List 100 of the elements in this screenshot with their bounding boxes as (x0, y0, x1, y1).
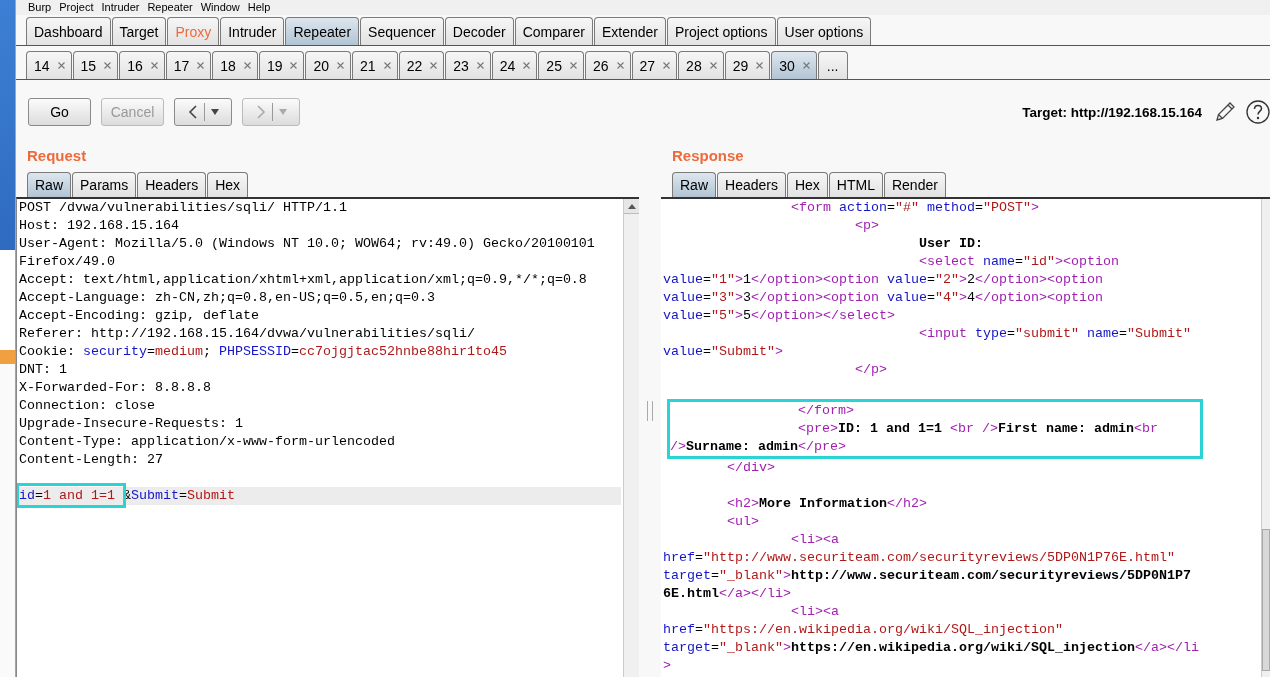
code-line: Referer: http://192.168.15.164/dvwa/vulnerabilities/sqli/ (19, 325, 476, 343)
menu-item[interactable]: Burp (28, 0, 52, 15)
code-line: value="1">1</option><option value="2">2</option><option (663, 272, 1103, 287)
code-line: <h2>More Information</h2> (727, 496, 927, 511)
tab[interactable]: 30 (771, 51, 817, 79)
code-line: Cookie: security=medium; PHPSESSID=cc7ojgjtac52hnbe88hir1to45 (19, 343, 508, 361)
code-line: <select name="id"><option (918, 254, 1119, 269)
close-icon[interactable] (197, 62, 205, 69)
code-line: User-Agent: Mozilla/5.0 (Windows NT 10.0; WOW64; rv:49.0) Gecko/20100101 (19, 235, 596, 253)
go-button[interactable]: Go (28, 98, 91, 126)
code-line: </p> (854, 362, 887, 377)
back-button[interactable] (174, 98, 232, 126)
tab[interactable]: Decoder (444, 17, 514, 45)
code-line: User ID: (918, 236, 983, 251)
close-icon[interactable] (663, 62, 671, 69)
menu-item[interactable]: Project (59, 0, 94, 15)
code-line: <li><a (790, 604, 839, 619)
tab[interactable]: Intruder (220, 17, 285, 45)
code-line: <input type="submit" name="Submit" (918, 326, 1191, 341)
code-line: target="_blank">http://www.securiteam.com/securityreviews/5DP0N1P7 (663, 568, 1191, 583)
tab[interactable]: Headers (717, 172, 786, 197)
close-icon[interactable] (523, 62, 531, 69)
menu-item[interactable]: Intruder (101, 0, 140, 15)
close-icon[interactable] (802, 62, 810, 69)
close-icon[interactable] (290, 62, 298, 69)
close-icon[interactable] (616, 62, 624, 69)
tab[interactable]: Target (111, 17, 167, 45)
close-icon[interactable] (709, 62, 717, 69)
tab[interactable]: 23 (445, 51, 491, 79)
code-line: value="5">5</option></select> (663, 308, 895, 323)
code-line: <pre>ID: 1 and 1=1 <br />First name: admin<br (797, 421, 1158, 436)
back-icon (187, 105, 198, 119)
code-line: href="http://www.securiteam.com/securityreviews/5DP0N1P76E.html" (663, 550, 1175, 565)
tab[interactable]: 22 (398, 51, 445, 79)
close-icon[interactable] (150, 62, 158, 69)
panel-title: Request (26, 146, 88, 166)
code-line: target="_blank">https://en.wikipedia.org/wiki/SQL_injection</a></li (663, 640, 1199, 655)
code-line: Firefox/49.0 (19, 253, 116, 271)
forward-icon (255, 105, 266, 119)
close-icon[interactable] (476, 62, 484, 69)
tab[interactable]: 25 (538, 51, 584, 79)
tab[interactable]: Raw (672, 172, 716, 197)
tab[interactable]: 14 (26, 51, 72, 79)
tab[interactable]: 19 (258, 51, 305, 79)
tab[interactable]: Project options (667, 17, 776, 45)
tab[interactable]: 15 (72, 51, 119, 79)
close-icon[interactable] (756, 62, 764, 69)
close-icon[interactable] (430, 62, 438, 69)
tab[interactable]: Extender (593, 17, 666, 45)
code-line: > (663, 658, 671, 673)
tab[interactable]: Raw (27, 172, 71, 197)
close-icon[interactable] (104, 62, 112, 69)
tab[interactable]: 24 (491, 51, 538, 79)
tab[interactable]: 26 (584, 51, 631, 79)
close-icon[interactable] (337, 62, 345, 69)
code-line: X-Forwarded-For: 8.8.8.8 (19, 379, 212, 397)
tab[interactable]: Comparer (514, 17, 593, 45)
code-line: value="Submit"> (663, 344, 783, 359)
scroll-up-icon[interactable] (627, 203, 636, 209)
tab[interactable]: Sequencer (360, 17, 444, 45)
tab[interactable]: 17 (165, 51, 212, 79)
tab[interactable]: Hex (786, 172, 828, 197)
tab[interactable]: Headers (137, 172, 207, 197)
tab[interactable]: HTML (828, 172, 883, 197)
code-line: Upgrade-Insecure-Requests: 1 (19, 415, 244, 433)
response-editor[interactable] (661, 197, 1270, 677)
tab[interactable]: 18 (212, 51, 258, 79)
tab[interactable]: Repeater (285, 17, 360, 45)
code-line: Content-Length: 27 (19, 451, 164, 469)
code-line: </div> (727, 460, 775, 475)
help-icon[interactable] (1246, 100, 1270, 124)
tab[interactable]: Params (72, 172, 137, 197)
code-line: href="https://en.wikipedia.org/wiki/SQL_injection" (663, 622, 1063, 637)
tab[interactable]: 27 (631, 51, 678, 79)
menu-item[interactable]: Help (247, 0, 271, 15)
scrollbar[interactable] (1261, 199, 1270, 677)
tab[interactable]: 21 (352, 51, 398, 79)
close-icon[interactable] (383, 62, 391, 69)
pencil-icon[interactable] (1214, 101, 1236, 123)
code-line: Accept-Language: zh-CN,zh;q=0.8,en-US;q=0.5,en;q=0.3 (19, 289, 436, 307)
tab[interactable]: Hex (207, 172, 249, 197)
tab[interactable]: 16 (119, 51, 165, 79)
close-icon[interactable] (57, 62, 65, 69)
scrollbar[interactable] (623, 199, 639, 677)
code-line: Accept: text/html,application/xhtml+xml,application/xml;q=0.9,*/*;q=0.8 (19, 271, 588, 289)
target-label: Target: http://192.168.15.164 (1022, 104, 1202, 120)
tab[interactable]: 28 (678, 51, 724, 79)
more-tabs-button[interactable]: ... (817, 51, 848, 79)
request-editor[interactable] (16, 197, 639, 677)
close-icon[interactable] (243, 62, 251, 69)
code-line: </form> (797, 403, 854, 418)
tab[interactable]: 29 (724, 51, 771, 79)
menu-item[interactable]: Repeater (147, 0, 193, 15)
panel-title: Response (671, 146, 745, 166)
tab[interactable]: User options (776, 17, 872, 45)
tab[interactable]: Render (883, 172, 946, 197)
menu-item[interactable]: Window (200, 0, 240, 15)
tab[interactable]: Dashboard (26, 17, 111, 45)
close-icon[interactable] (569, 62, 577, 69)
tab[interactable]: 20 (305, 51, 352, 79)
